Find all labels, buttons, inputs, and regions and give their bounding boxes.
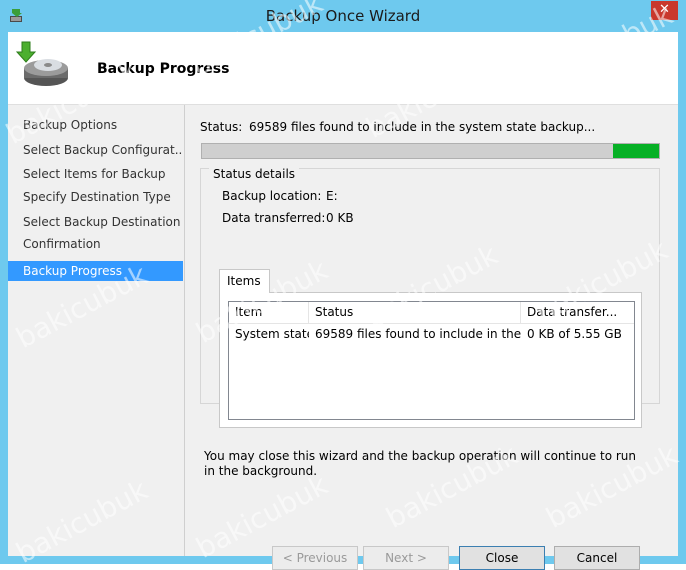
cancel-button[interactable]: Cancel [554,546,640,570]
nav-item-backup-progress[interactable]: Backup Progress [8,261,183,281]
status-details-caption: Status details [209,167,300,181]
status-label: Status: [200,120,243,134]
column-header-data-transferred[interactable]: Data transfer... [521,302,634,323]
page-title: Backup Progress [97,61,230,77]
column-header-status[interactable]: Status [309,302,521,323]
previous-button[interactable]: < Previous [272,546,358,570]
row-status-cell: 69589 files found to include in the s... [315,327,521,341]
wizard-nav: Backup Options Select Backup Configurat.… [8,105,185,556]
nav-item-backup-options[interactable]: Backup Options [8,115,183,135]
progress-bar-fill [613,144,659,158]
nav-item-destination-type[interactable]: Specify Destination Type [8,187,183,207]
list-header: Item Status Data transfer... [229,302,634,324]
row-data-transferred-cell: 0 KB of 5.55 GB [527,327,622,341]
nav-item-backup-destination[interactable]: Select Backup Destination [8,212,183,232]
wizard-client-area: Backup Progress Backup Options Select Ba… [8,32,678,570]
close-button[interactable]: Close [459,546,545,570]
window-title: Backup Once Wizard [265,7,421,25]
progress-bar [201,143,660,159]
wizard-window: Backup Once Wizard ✕ Backup Progress Bac… [0,0,686,570]
items-list[interactable]: Item Status Data transfer... System stat… [228,301,635,420]
window-close-button[interactable]: ✕ [651,1,678,20]
row-item-cell: System state [235,327,309,341]
data-transferred-label: Data transferred: [222,211,326,225]
wizard-content: Status: 69589 files found to include in … [185,105,678,570]
column-header-item[interactable]: Item [229,302,309,323]
backup-location-label: Backup location: [222,189,322,203]
wizard-header: Backup Progress [8,32,678,105]
nav-item-select-items[interactable]: Select Items for Backup [8,164,183,184]
tab-items[interactable]: Items [219,269,270,293]
status-text: 69589 files found to include in the syst… [249,120,596,134]
items-tab-panel: Item Status Data transfer... System stat… [219,292,642,428]
nav-item-backup-configuration[interactable]: Select Backup Configurat... [8,140,183,160]
nav-item-confirmation[interactable]: Confirmation [8,234,183,254]
next-button[interactable]: Next > [363,546,449,570]
title-bar[interactable]: Backup Once Wizard ✕ [0,0,686,32]
info-note: You may close this wizard and the backup… [204,449,636,478]
backup-disk-icon [16,41,68,86]
data-transferred-value: 0 KB [326,211,354,225]
backup-location-value: E: [326,189,338,203]
